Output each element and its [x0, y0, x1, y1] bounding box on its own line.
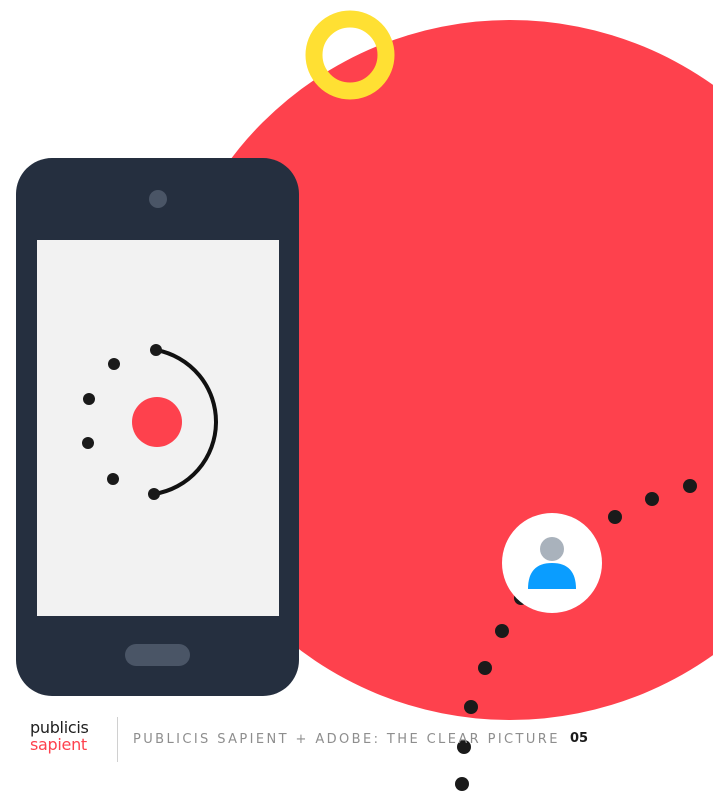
footer-document-title: PUBLICIS SAPIENT + ADOBE: THE CLEAR PICT… [133, 732, 560, 747]
logo-line-publicis: publicis [30, 718, 89, 737]
spinner-dot [148, 488, 160, 500]
spinner-dot [83, 393, 95, 405]
logo-line-sapient: sapient [30, 735, 87, 754]
phone-camera [149, 190, 167, 208]
page-number: 05 [570, 731, 589, 746]
path-dot [645, 492, 659, 506]
avatar-head [540, 537, 564, 561]
spinner-dot [150, 344, 162, 356]
spinner-dot [108, 358, 120, 370]
path-dot [464, 700, 478, 714]
publicis-sapient-logo: publicis sapient [30, 719, 110, 753]
hero-illustration [16, 10, 713, 791]
footer-divider [117, 717, 118, 762]
spinner-dot [107, 473, 119, 485]
path-dot [495, 624, 509, 638]
path-dot [455, 777, 469, 791]
spinner-center-dot [132, 397, 182, 447]
spinner-dot [82, 437, 94, 449]
user-avatar-icon [502, 513, 602, 613]
path-dot [478, 661, 492, 675]
path-dot [683, 479, 697, 493]
path-dot [608, 510, 622, 524]
phone-home-button [125, 644, 190, 666]
